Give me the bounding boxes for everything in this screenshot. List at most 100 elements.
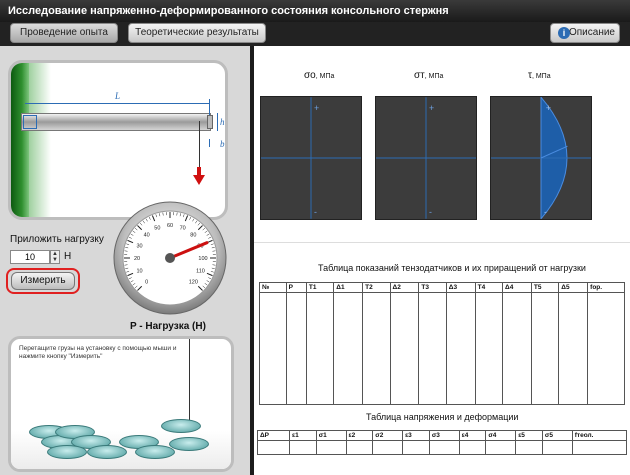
plus-sign: +	[546, 103, 551, 113]
table-cell	[362, 292, 391, 405]
beam-end-plate	[207, 115, 213, 129]
gauge-tick-label: 70	[180, 226, 186, 232]
gauge-tick-label: 30	[136, 243, 142, 249]
strain-gauges	[23, 115, 37, 129]
stress-table-title: Таблица напряжения и деформации	[366, 412, 519, 422]
table-cell	[502, 292, 532, 405]
sigma-o-plot: + -	[260, 96, 362, 220]
table-cell	[389, 292, 420, 405]
table-cell	[428, 440, 460, 455]
load-stepper[interactable]: ▲ ▼	[50, 250, 60, 264]
description-label: Описание	[568, 27, 615, 38]
column-header: Δ1	[333, 282, 364, 293]
table-cell	[541, 440, 573, 455]
table-cell	[305, 292, 335, 405]
section-divider	[254, 242, 630, 243]
results-panel: σo, МПа σт, МПа τ, МПа + - + - + - Табли…	[254, 46, 630, 475]
height-label: h	[220, 117, 225, 127]
width-dimension-line	[209, 139, 210, 147]
table-row	[257, 440, 628, 455]
column-header: Δ3	[445, 282, 476, 293]
table-cell	[259, 292, 287, 405]
gauge-tick-label: 10	[136, 269, 142, 275]
table-cell	[458, 440, 487, 455]
weights-area: Перетащите грузы на установку с помощью …	[8, 336, 234, 472]
minus-sign: -	[314, 207, 317, 217]
gauge-tick-label: 60	[167, 223, 173, 229]
table-cell	[418, 292, 447, 405]
table-cell	[345, 440, 374, 455]
description-button[interactable]: i Описание	[550, 23, 620, 43]
gauge-hub	[165, 253, 175, 263]
column-header: σ3	[428, 430, 460, 441]
app-title: Исследование напряженно-деформированного…	[0, 0, 630, 22]
height-dimension-line	[217, 113, 218, 131]
minus-sign: -	[429, 207, 432, 217]
weight-disk[interactable]	[169, 437, 209, 451]
measure-highlight: Измерить	[6, 268, 80, 294]
weight-disk[interactable]	[161, 419, 201, 433]
fixed-support-wall	[11, 63, 29, 217]
tab-theoretical-results[interactable]: Теоретические результаты	[128, 23, 266, 43]
sigma-o-title: σo, МПа	[304, 70, 335, 81]
load-label: Приложить нагрузку	[10, 234, 104, 245]
toolbar: Проведение опыта Теоретические результат…	[0, 22, 630, 46]
weight-disk[interactable]	[135, 445, 175, 459]
wall-shading	[29, 63, 51, 217]
column-header: σ1	[315, 430, 347, 441]
measure-button[interactable]: Измерить	[11, 272, 75, 290]
column-header: ε5	[515, 430, 543, 441]
column-header: T5	[530, 282, 560, 293]
column-header: Δ2	[389, 282, 420, 293]
load-unit: Н	[64, 251, 72, 262]
beam-view: L h b	[8, 60, 228, 220]
gauge-tick-label: 40	[144, 233, 150, 239]
stress-table: ΔP ε1 σ1 ε2 σ2 ε3 σ3 ε4 σ4 ε5 σ5 fтеол.	[257, 430, 628, 455]
column-header: fтеол.	[571, 430, 628, 441]
weights-instruction: Перетащите грузы на установку с помощью …	[19, 345, 177, 360]
tab-experiment[interactable]: Проведение опыта	[10, 23, 118, 43]
table-cell	[285, 292, 307, 405]
column-header: Δ4	[502, 282, 532, 293]
stepper-down-icon[interactable]: ▼	[51, 257, 59, 263]
gauge-tick-label: 20	[134, 256, 140, 262]
gauge-tick-label: 0	[145, 279, 148, 285]
tau-plot: + -	[490, 96, 592, 220]
table-cell	[289, 440, 317, 455]
column-header: σ4	[485, 430, 517, 441]
column-header: ε1	[289, 430, 317, 441]
load-gauge: 0102030405060708090100110120	[113, 201, 227, 315]
gauge-tick-label: 110	[196, 269, 205, 275]
table-cell	[571, 440, 628, 455]
table-cell	[485, 440, 517, 455]
column-header: σ2	[372, 430, 404, 441]
sensor-table: № P T1 Δ1 T2 Δ2 T3 Δ3 T4 Δ4 T5 Δ5 fop.	[259, 282, 625, 405]
table-cell	[402, 440, 430, 455]
column-header: Δ5	[558, 282, 589, 293]
table-cell	[315, 440, 347, 455]
length-dimension-line	[25, 103, 209, 104]
load-arrow-icon	[193, 175, 205, 185]
plus-sign: +	[314, 103, 319, 113]
column-header: T3	[418, 282, 447, 293]
table-cell	[445, 292, 476, 405]
gauge-tick-label: 120	[189, 279, 198, 285]
table-cell	[515, 440, 543, 455]
load-input[interactable]: 10	[10, 250, 50, 264]
column-header: σ5	[541, 430, 573, 441]
length-label: L	[115, 91, 121, 101]
table-cell	[257, 440, 290, 455]
experiment-panel: L h b Приложить нагрузку 10 ▲ ▼ Н Измери…	[0, 46, 250, 475]
weights-hanger-line	[189, 339, 190, 431]
column-header: T4	[474, 282, 504, 293]
sigma-t-plot: + -	[375, 96, 477, 220]
table-row	[259, 292, 625, 405]
weight-disk[interactable]	[87, 445, 127, 459]
gauge-tick-label: 100	[198, 256, 207, 262]
weight-disk[interactable]	[47, 445, 87, 459]
table-cell	[333, 292, 364, 405]
table-cell	[587, 292, 625, 405]
info-icon: i	[558, 27, 570, 39]
minus-sign: -	[544, 207, 547, 217]
sensor-table-title: Таблица показаний тензодатчиков и их при…	[318, 263, 586, 273]
